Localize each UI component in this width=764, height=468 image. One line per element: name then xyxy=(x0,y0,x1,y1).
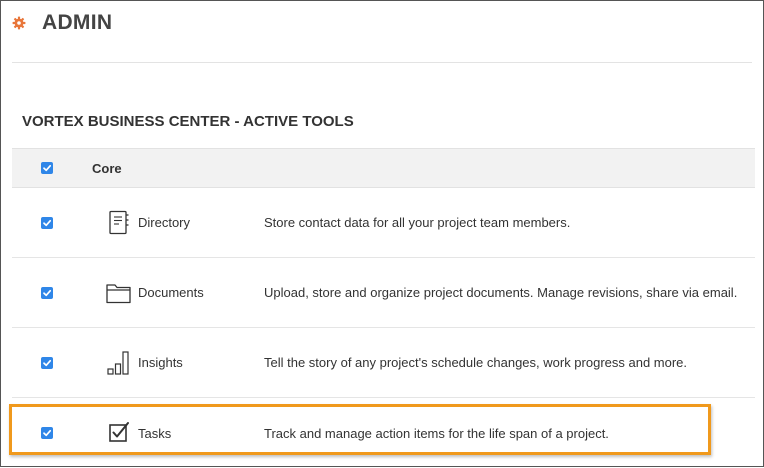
tool-description-tasks: Track and manage action items for the li… xyxy=(264,425,609,441)
section-title: VORTEX BUSINESS CENTER - ACTIVE TOOLS xyxy=(22,113,354,130)
tool-row-directory: Directory Store contact data for all you… xyxy=(12,188,755,258)
folder-icon xyxy=(100,281,138,305)
tool-description-documents: Upload, store and organize project docum… xyxy=(264,285,738,300)
tool-row-documents: Documents Upload, store and organize pro… xyxy=(12,258,755,328)
core-checkbox[interactable] xyxy=(41,162,53,174)
tool-row-insights: Insights Tell the story of any project's… xyxy=(12,328,755,398)
directory-icon xyxy=(100,210,138,236)
core-label: Core xyxy=(92,160,122,176)
tool-description-directory: Store contact data for all your project … xyxy=(264,215,571,230)
gear-icon xyxy=(12,16,26,30)
core-header-row: Core xyxy=(12,148,755,188)
page-header: ADMIN xyxy=(12,8,112,38)
page-title: ADMIN xyxy=(42,11,113,34)
documents-checkbox[interactable] xyxy=(41,286,53,299)
insights-checkbox[interactable] xyxy=(41,356,53,369)
tool-name-tasks: Tasks xyxy=(138,425,172,441)
tool-description-insights: Tell the story of any project's schedule… xyxy=(264,355,688,370)
tool-row-tasks: Tasks Track and manage action items for … xyxy=(12,398,755,468)
bar-chart-icon xyxy=(100,350,138,376)
checkbox-icon xyxy=(100,421,138,445)
tasks-checkbox[interactable] xyxy=(41,427,53,439)
tool-name-directory: Directory xyxy=(138,215,191,230)
tools-table: Core Directory Store contact data for al… xyxy=(12,148,755,468)
tool-name-insights: Insights xyxy=(138,355,183,370)
tool-name-documents: Documents xyxy=(138,285,204,300)
divider xyxy=(12,62,752,63)
directory-checkbox[interactable] xyxy=(41,216,53,229)
